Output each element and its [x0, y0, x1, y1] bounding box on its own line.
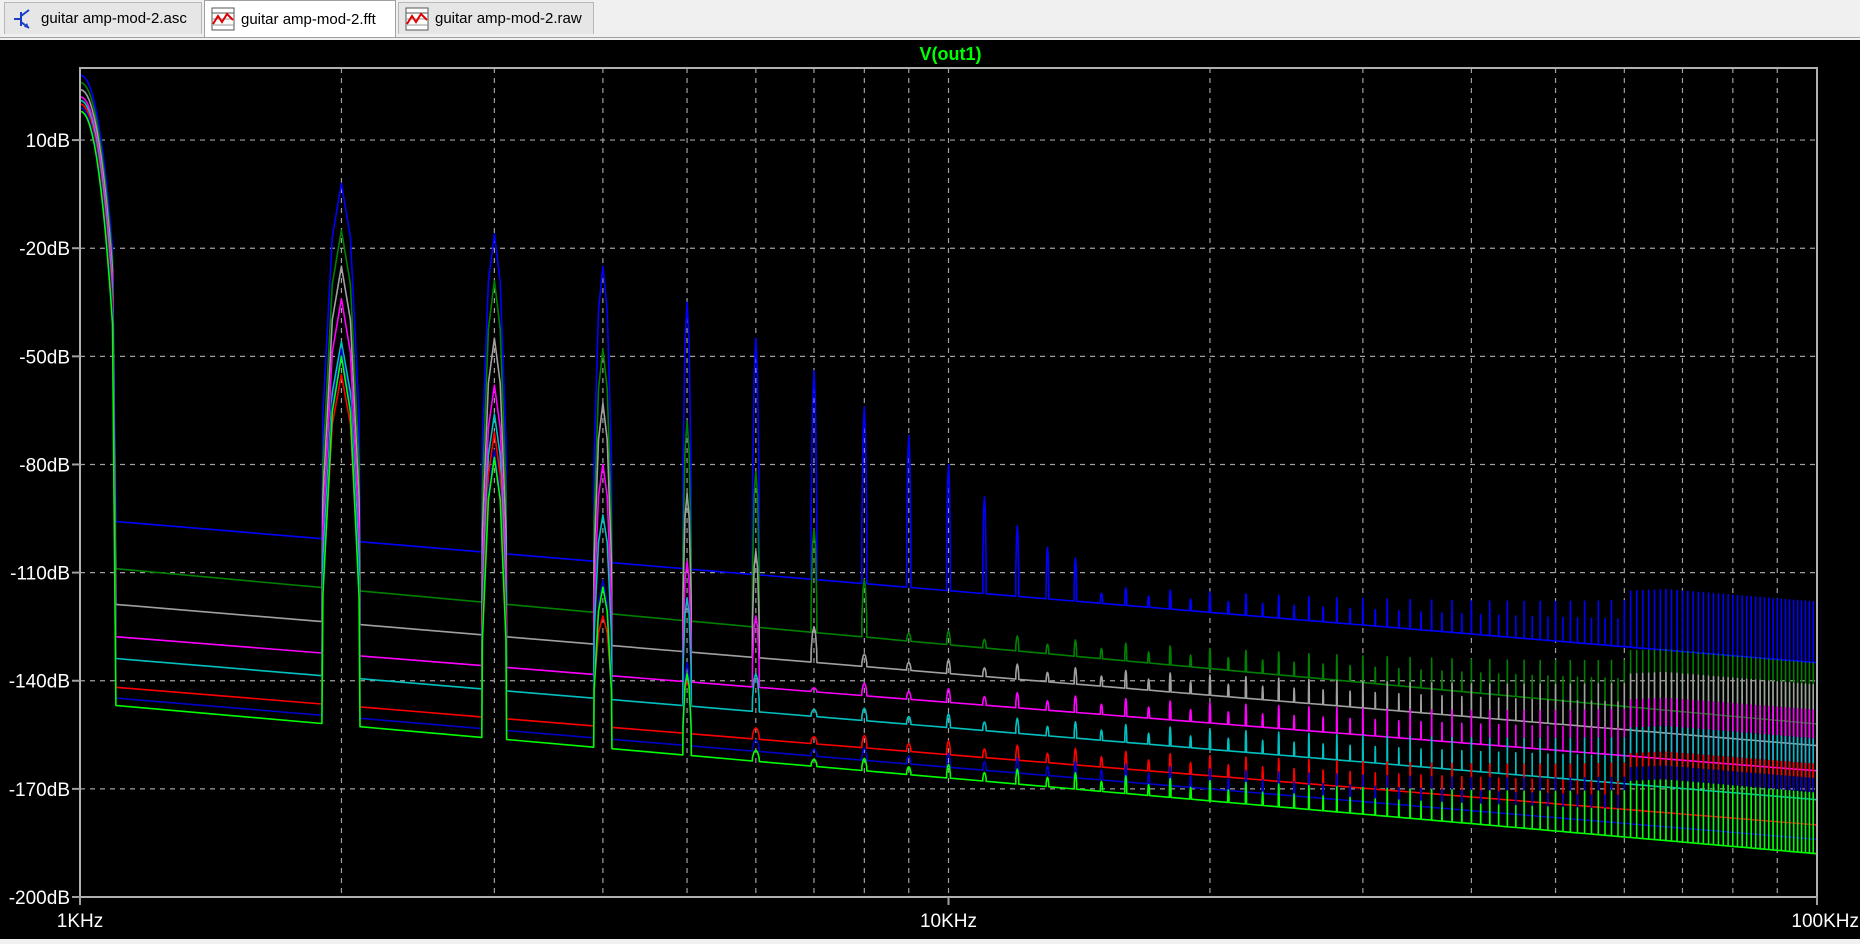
tab-label: guitar amp-mod-2.asc	[41, 10, 187, 27]
schematic-icon	[14, 8, 30, 29]
waveform-viewer[interactable]: 1KHz 10KHz 100KHz 10dB -20dB -50dB -80dB -110dB…	[0, 40, 1860, 939]
waveform-icon	[405, 7, 429, 30]
tab-fft[interactable]: guitar amp-mod-2.fft	[204, 0, 396, 37]
y-tick-label: -50dB	[19, 347, 70, 368]
fft-plot[interactable]: 1KHz 10KHz 100KHz 10dB -20dB -50dB -80dB -110dB…	[0, 40, 1860, 939]
y-tick-label: -80dB	[19, 455, 70, 476]
tab-schematic[interactable]: guitar amp-mod-2.asc	[4, 2, 202, 34]
y-tick-label: -110dB	[10, 564, 70, 585]
x-tick-label: 1KHz	[57, 911, 103, 932]
document-tab-bar: guitar amp-mod-2.asc guitar amp-mod-2.ff…	[0, 0, 1860, 38]
tab-label: guitar amp-mod-2.fft	[241, 10, 376, 28]
y-tick-label: -170dB	[9, 780, 70, 801]
tab-raw[interactable]: guitar amp-mod-2.raw	[398, 2, 594, 34]
y-tick-label: -140dB	[9, 672, 70, 693]
axis-ticks: 1KHz 10KHz 100KHz 10dB -20dB -50dB -80dB -110dB…	[9, 131, 1859, 932]
y-tick-label: -20dB	[19, 239, 70, 260]
trace-title[interactable]: V(out1)	[920, 44, 982, 64]
y-tick-label: 10dB	[26, 131, 70, 152]
y-tick-label: -200dB	[9, 888, 70, 909]
waveform-icon	[211, 7, 235, 31]
tab-label: guitar amp-mod-2.raw	[435, 10, 582, 27]
x-tick-label: 100KHz	[1791, 911, 1859, 932]
x-tick-label: 10KHz	[920, 911, 977, 932]
